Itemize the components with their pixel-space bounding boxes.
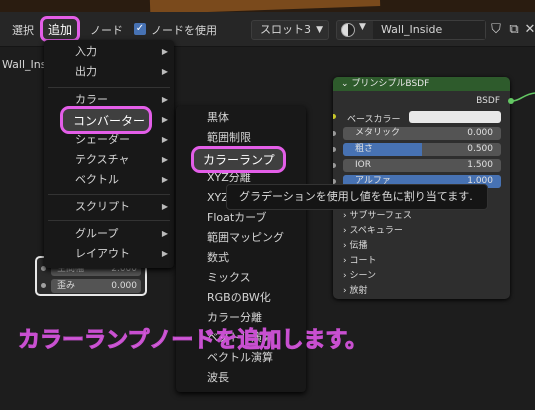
slot-dropdown[interactable]: スロット3 ▼ [251,20,329,40]
chevron-right-icon: ▶ [161,47,168,56]
section-coat[interactable]: › コート [343,253,376,266]
color-ramp-highlight[interactable]: カラーランプ [191,146,286,173]
material-selector[interactable]: ▼ Wall_Inside [336,20,486,40]
base-color-label: ベースカラー [347,115,401,125]
chevron-right-icon: ▶ [161,155,168,164]
tooltip: グラデーションを使用し値を色に割り当てます. [226,184,488,210]
add-menu: 入力 ▶ 出力 ▶ カラー ▶ ▶ シェーダー ▶ テクスチャ ▶ ベクトル ▶ スクリプト… [44,40,174,268]
menu-item-group[interactable]: グループ ▶ [44,224,174,244]
chevron-right-icon: ▶ [161,135,168,144]
menu-item-output[interactable]: 出力 ▶ [44,62,174,82]
menu-separator [48,194,170,195]
viewport-strip [0,0,535,12]
menu-separator [48,87,170,88]
object-label: Wall_Ins [2,58,47,71]
copy-icon[interactable]: ⧉ [506,20,522,40]
roughness-field[interactable]: 粗さ 0.500 [343,143,501,156]
base-color-socket[interactable] [333,114,336,119]
select-menu[interactable]: 選択 [12,22,34,38]
node-menu[interactable]: ノード [90,22,123,38]
chevron-down-icon[interactable]: ⌄ [341,79,349,89]
ior-field[interactable]: IOR 1.500 [343,159,501,172]
chevron-right-icon: ▶ [161,249,168,258]
output-wire [512,92,535,102]
material-ball-icon[interactable] [341,23,355,37]
chevron-right-icon: ▶ [161,95,168,104]
tutorial-caption: カラーランプノードを追加します。 [17,328,368,354]
menu-item-map-range[interactable]: 範囲マッピング [176,228,306,248]
section-sheen[interactable]: › シーン [343,268,376,281]
node-header[interactable]: ⌄ プリンシプルBSDF [333,77,510,91]
socket[interactable] [41,283,46,288]
use-nodes-label[interactable]: ノードを使用 [151,22,217,38]
bsdf-output-label: BSDF [476,96,500,106]
menu-item-texture[interactable]: テクスチャ ▶ [44,150,174,170]
add-menu-button[interactable]: 追加 [40,16,80,42]
menu-item-math[interactable]: 数式 [176,248,306,268]
socket[interactable] [333,163,336,168]
menu-item-mix[interactable]: ミックス [176,268,306,288]
menu-item-input[interactable]: 入力 ▶ [44,42,174,62]
node-field[interactable]: 歪み 0.000 [51,279,141,293]
section-specular[interactable]: › スペキュラー [343,223,403,236]
converter-highlight[interactable]: コンバーター [60,106,152,134]
menu-item-layout[interactable]: レイアウト ▶ [44,244,174,264]
chevron-right-icon: ▶ [161,202,168,211]
menu-item-float-curve[interactable]: Floatカーブ [176,208,306,228]
menu-separator [48,220,170,221]
chevron-right-icon: ▶ [161,115,168,124]
metallic-field[interactable]: メタリック 0.000 [343,127,501,140]
chevron-down-icon: ▼ [359,22,366,32]
node-title: プリンシプルBSDF [351,79,430,89]
delete-icon[interactable]: ✕ [522,20,535,40]
menu-item-vector[interactable]: ベクトル ▶ [44,170,174,190]
shield-icon[interactable]: ⛉ [488,20,504,40]
section-emission[interactable]: › 放射 [343,283,367,296]
chevron-right-icon: ▶ [161,67,168,76]
chevron-right-icon: ▶ [161,229,168,238]
socket[interactable] [333,147,336,152]
chevron-down-icon: ▼ [316,25,323,35]
section-transmission[interactable]: › 伝播 [343,238,367,251]
socket[interactable] [333,131,336,136]
menu-item-script[interactable]: スクリプト ▶ [44,197,174,217]
menu-item-wavelength[interactable]: 波長 [176,368,306,388]
chevron-right-icon: ▶ [161,175,168,184]
material-name-field[interactable]: Wall_Inside [373,21,485,39]
menu-item-blackbody[interactable]: 黒体 [176,108,306,128]
slot-value: スロット3 [260,23,311,36]
checkbox-icon[interactable]: ✓ [134,23,146,35]
menu-item-clamp[interactable]: 範囲制限 [176,128,306,148]
base-color-swatch[interactable] [409,111,501,123]
menu-item-rgb-to-bw[interactable]: RGBのBW化 [176,288,306,308]
